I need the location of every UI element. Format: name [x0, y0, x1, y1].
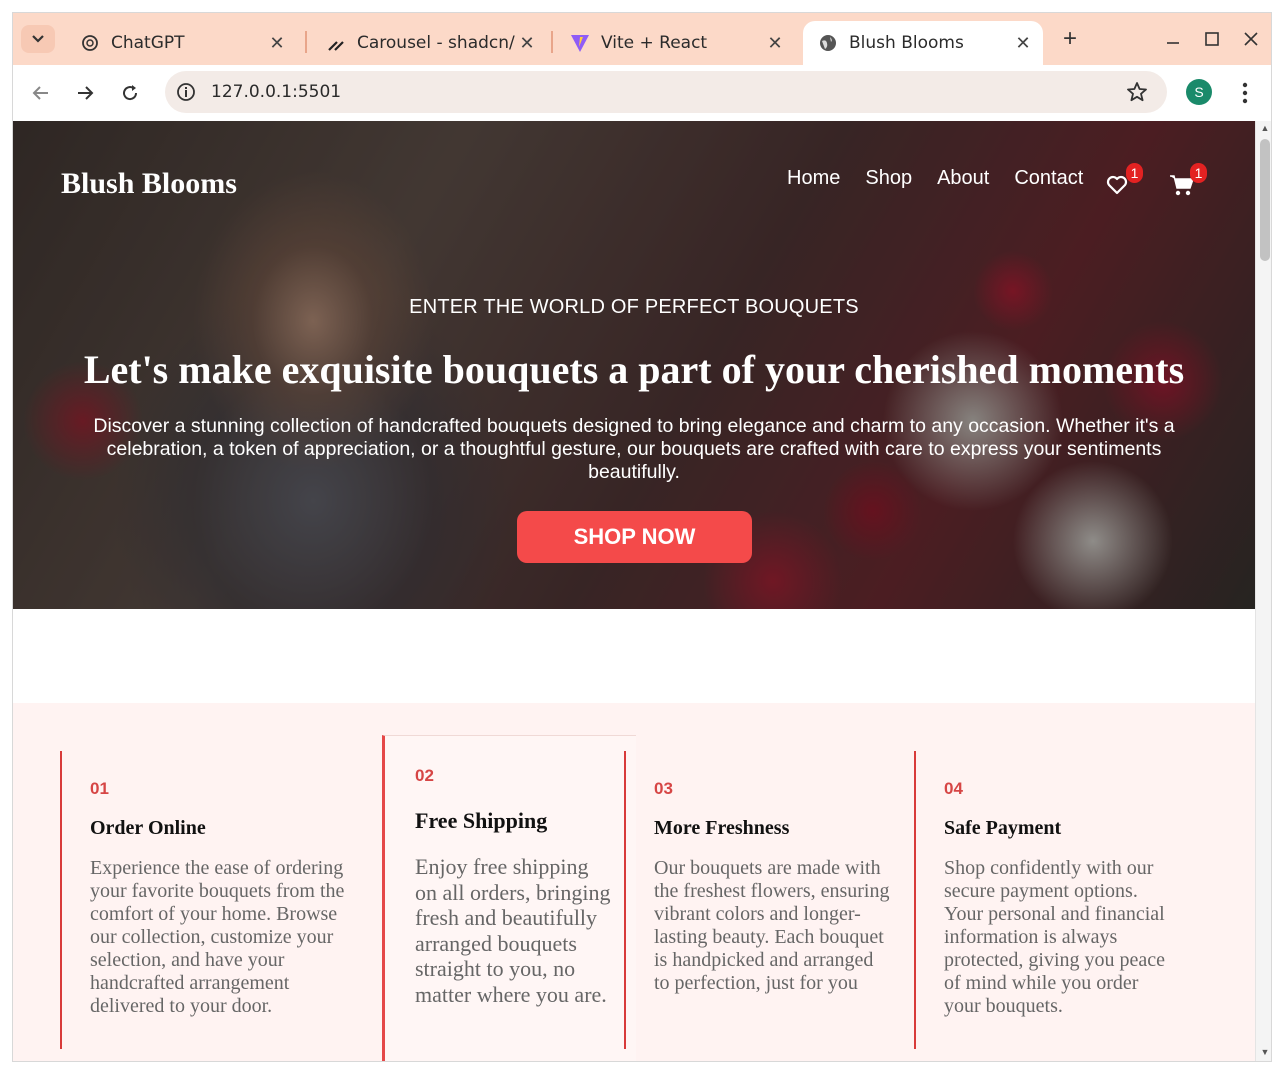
- site-nav: Home Shop About Contact: [787, 167, 1108, 190]
- tab-separator: [551, 31, 553, 53]
- feature-title: Order Online: [90, 817, 206, 839]
- profile-avatar[interactable]: S: [1186, 79, 1212, 105]
- browser-toolbar: 127.0.0.1:5501 S: [13, 65, 1271, 121]
- bookmark-star-icon[interactable]: [1125, 80, 1149, 104]
- scroll-up-arrow-icon[interactable]: ▲: [1260, 123, 1270, 133]
- wishlist-count-badge: 1: [1126, 163, 1143, 183]
- feature-text: Enjoy free shipping on all orders, bring…: [415, 854, 611, 1007]
- vite-icon: [569, 32, 591, 54]
- hero-description: Discover a stunning collection of handcr…: [93, 415, 1175, 483]
- forward-icon[interactable]: [71, 79, 99, 107]
- back-icon[interactable]: [27, 79, 55, 107]
- close-icon[interactable]: ✕: [515, 33, 539, 54]
- close-icon[interactable]: ✕: [763, 33, 787, 54]
- close-icon[interactable]: ✕: [1011, 33, 1035, 54]
- nav-link-about[interactable]: About: [937, 167, 989, 190]
- chevron-down-icon: [32, 35, 44, 43]
- feature-text: Our bouquets are made with the freshest …: [654, 857, 890, 994]
- tab-separator: [305, 31, 307, 53]
- tab-title: Blush Blooms: [849, 33, 964, 53]
- new-tab-button[interactable]: +: [1055, 25, 1085, 55]
- nav-link-home[interactable]: Home: [787, 167, 840, 190]
- scroll-down-arrow-icon[interactable]: ▼: [1260, 1047, 1270, 1057]
- tab-title: Vite + React: [601, 33, 708, 53]
- maximize-icon[interactable]: [1200, 27, 1224, 51]
- info-icon[interactable]: [175, 81, 197, 103]
- hero-headline: Let's make exquisite bouquets a part of …: [83, 347, 1185, 392]
- cart-button[interactable]: 1: [1169, 163, 1207, 199]
- wishlist-button[interactable]: 1: [1105, 163, 1143, 199]
- feature-number: 02: [415, 766, 434, 785]
- feature-title: Free Shipping: [415, 808, 548, 833]
- feature-card-highlighted: 02 Free Shipping Enjoy free shipping on …: [382, 735, 636, 1061]
- tab-search-button[interactable]: [21, 25, 55, 53]
- close-icon[interactable]: ✕: [265, 33, 289, 54]
- tab-chatgpt[interactable]: ChatGPT ✕: [65, 21, 297, 65]
- page-scrollbar[interactable]: ▲ ▼: [1255, 121, 1271, 1061]
- feature-text: Shop confidently with our secure payment…: [944, 857, 1166, 1017]
- tab-title: ChatGPT: [111, 33, 185, 53]
- openai-icon: [79, 32, 101, 54]
- browser-window: ChatGPT ✕ Carousel - shadcn/ ✕ Vite + Re…: [12, 12, 1272, 1062]
- nav-link-contact[interactable]: Contact: [1014, 167, 1083, 190]
- address-bar[interactable]: 127.0.0.1:5501: [165, 71, 1167, 113]
- globe-icon: [817, 32, 839, 54]
- hero-section: Blush Blooms Home Shop About Contact 1 1…: [13, 121, 1255, 609]
- hero-eyebrow: ENTER THE WORLD OF PERFECT BOUQUETS: [409, 296, 859, 318]
- nav-link-shop[interactable]: Shop: [865, 167, 912, 190]
- page-viewport: Blush Blooms Home Shop About Contact 1 1…: [13, 121, 1255, 1061]
- reload-icon[interactable]: [116, 79, 144, 107]
- tab-bar: ChatGPT ✕ Carousel - shadcn/ ✕ Vite + Re…: [13, 13, 1271, 65]
- shadcn-icon: [325, 32, 347, 54]
- feature-title: More Freshness: [654, 817, 790, 839]
- tab-title: Carousel - shadcn/: [357, 33, 515, 53]
- site-logo[interactable]: Blush Blooms: [61, 167, 237, 201]
- feature-card: 04 Safe Payment Shop confidently with ou…: [914, 751, 1214, 1049]
- minimize-icon[interactable]: [1161, 27, 1185, 51]
- features-section: 01 Order Online Experience the ease of o…: [13, 703, 1255, 1061]
- feature-text: Experience the ease of ordering your fav…: [90, 857, 345, 1017]
- feature-title: Safe Payment: [944, 817, 1062, 839]
- tab-blush-blooms[interactable]: Blush Blooms ✕: [803, 21, 1043, 65]
- more-menu-icon[interactable]: [1235, 79, 1255, 107]
- scrollbar-thumb[interactable]: [1260, 139, 1270, 261]
- tab-vite[interactable]: Vite + React ✕: [555, 21, 795, 65]
- feature-number: 04: [944, 779, 963, 798]
- feature-number: 03: [654, 779, 673, 798]
- tab-carousel[interactable]: Carousel - shadcn/ ✕: [311, 21, 547, 65]
- feature-card: 01 Order Online Experience the ease of o…: [60, 751, 380, 1049]
- cart-count-badge: 1: [1190, 163, 1207, 183]
- feature-number: 01: [90, 779, 109, 798]
- shop-now-button[interactable]: SHOP NOW: [517, 511, 752, 563]
- url-text[interactable]: 127.0.0.1:5501: [211, 82, 341, 102]
- close-window-icon[interactable]: [1239, 27, 1263, 51]
- feature-card: 03 More Freshness Our bouquets are made …: [626, 751, 916, 1049]
